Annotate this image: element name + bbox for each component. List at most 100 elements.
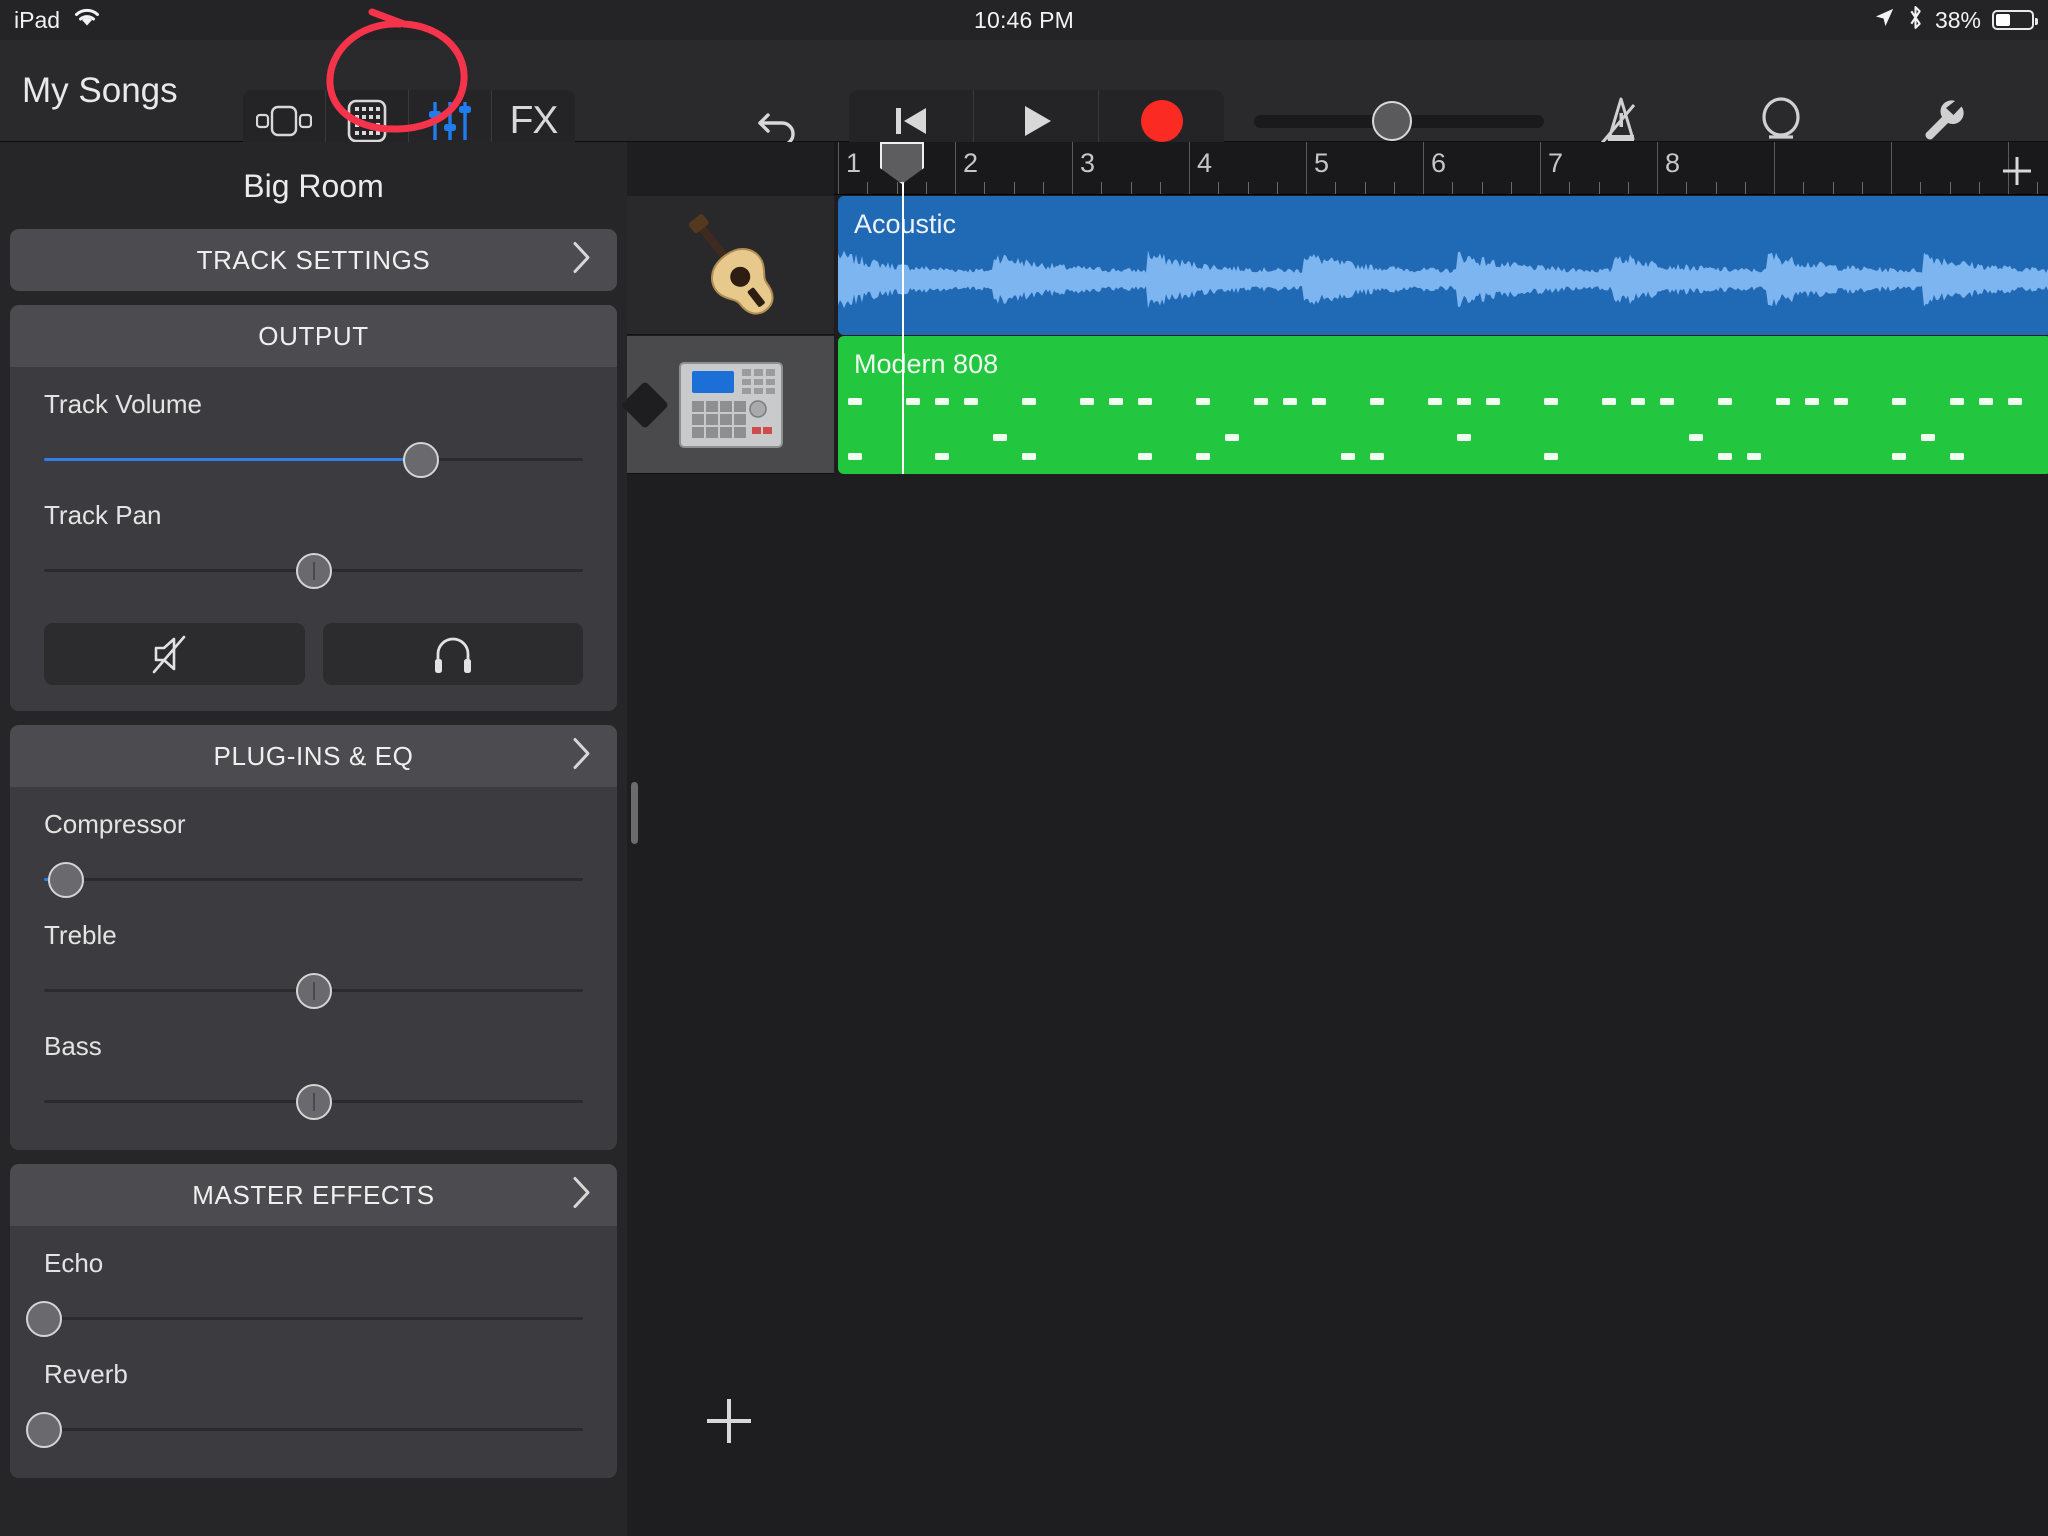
midi-note [1544, 453, 1558, 460]
midi-note [1805, 398, 1819, 405]
midi-note [1196, 453, 1210, 460]
midi-note [1602, 398, 1616, 405]
solo-button[interactable] [322, 623, 583, 685]
midi-note [848, 453, 862, 460]
panel-title: Big Room [243, 168, 384, 204]
compressor-slider[interactable] [44, 862, 583, 898]
clock: 10:46 PM [973, 6, 1075, 33]
midi-note [1718, 398, 1732, 405]
slider-knob[interactable] [26, 1412, 62, 1448]
track-headers [627, 142, 834, 1536]
bar-ruler[interactable]: 1 2 3 4 5 6 7 8 [834, 142, 2048, 195]
midi-notes [848, 398, 2022, 460]
ruler-subtick [1276, 182, 1278, 194]
midi-note [1486, 398, 1500, 405]
add-section-button[interactable] [2000, 154, 2034, 193]
drum-machine-icon [678, 361, 783, 448]
timeline-area: 1 2 3 4 5 6 7 8 Acoustic Modern 808 [627, 142, 2048, 1536]
ruler-subtick [1803, 182, 1805, 194]
track-mixer-panel: Big Room TRACK SETTINGS OUTPUT Track Vol… [0, 142, 627, 1536]
add-track-button[interactable] [703, 1395, 755, 1452]
slider-knob[interactable] [295, 973, 332, 1009]
midi-note [1022, 453, 1036, 460]
master-effects-body: Echo Reverb [10, 1226, 617, 1478]
midi-note [1022, 398, 1036, 405]
slider-knob[interactable] [47, 862, 84, 898]
battery-icon [1992, 10, 2038, 30]
vertical-scrollbar[interactable] [631, 782, 638, 844]
speaker-mute-icon [152, 635, 186, 674]
treble-control: Treble [44, 920, 583, 1009]
ruler-subtick [1949, 182, 1951, 194]
midi-note [2008, 398, 2022, 405]
master-effects-header[interactable]: MASTER EFFECTS [10, 1164, 617, 1226]
status-bar: iPad 10:46 PM 38% [0, 0, 2048, 40]
midi-note [1283, 398, 1297, 405]
track-pan-control: Track Pan [44, 500, 583, 589]
slider-knob[interactable] [403, 442, 440, 478]
midi-note [848, 398, 862, 405]
midi-note [1834, 398, 1848, 405]
slider-knob[interactable] [295, 553, 332, 589]
track-volume-slider[interactable] [44, 442, 583, 478]
region-acoustic[interactable]: Acoustic [838, 196, 2048, 335]
track-settings-header[interactable]: TRACK SETTINGS [10, 229, 617, 291]
main-toolbar: My Songs FX [0, 40, 2048, 152]
master-volume-slider[interactable] [1254, 101, 1544, 141]
track-settings-card: TRACK SETTINGS [10, 229, 617, 291]
my-songs-button[interactable]: My Songs [22, 71, 178, 111]
bar-number: 5 [1314, 148, 1330, 178]
midi-note [1428, 398, 1442, 405]
midi-note [935, 398, 949, 405]
headphones-icon [434, 637, 471, 673]
midi-note [1950, 453, 1964, 460]
ruler-subtick [1159, 182, 1161, 194]
bar-number: 1 [846, 148, 862, 178]
bar-number: 8 [1665, 148, 1681, 178]
midi-note [1892, 453, 1906, 460]
bass-slider[interactable] [44, 1084, 583, 1120]
track-header-acoustic[interactable] [627, 196, 834, 335]
ruler-subtick [1715, 182, 1717, 194]
bass-label: Bass [44, 1031, 102, 1061]
reverb-label: Reverb [44, 1359, 128, 1389]
midi-note [1950, 398, 1964, 405]
output-buttons [44, 623, 583, 685]
mute-button[interactable] [44, 623, 305, 685]
output-header: OUTPUT [10, 305, 617, 367]
bar-number: 3 [1080, 148, 1096, 178]
midi-note [1747, 453, 1761, 460]
ruler-subtick [1627, 182, 1629, 194]
region-modern-808[interactable]: Modern 808 [838, 336, 2048, 474]
midi-note [1979, 398, 1993, 405]
track-header-modern-808[interactable] [627, 336, 834, 474]
track-pan-label: Track Pan [44, 500, 162, 530]
slider-track [44, 1317, 583, 1320]
chevron-right-icon [571, 736, 593, 777]
location-arrow-icon [1873, 6, 1896, 35]
midi-note [1689, 434, 1703, 441]
treble-slider[interactable] [44, 973, 583, 1009]
echo-slider[interactable] [26, 1301, 583, 1337]
audio-waveform [838, 250, 2048, 309]
reverb-control: Reverb [26, 1359, 583, 1448]
ruler-subtick [1481, 182, 1483, 194]
slider-knob[interactable] [26, 1301, 62, 1337]
slider-knob[interactable] [295, 1084, 332, 1120]
slider-track [44, 878, 583, 881]
midi-note [1370, 453, 1384, 460]
master-volume-knob[interactable] [1372, 101, 1412, 141]
midi-note [1312, 398, 1326, 405]
playhead-line [902, 142, 904, 474]
ruler-subtick [1510, 182, 1512, 194]
plugins-eq-header[interactable]: PLUG-INS & EQ [10, 725, 617, 787]
midi-note [1370, 398, 1384, 405]
slider-track [44, 1428, 583, 1431]
reverb-slider[interactable] [26, 1412, 583, 1448]
ruler-subtick [984, 182, 986, 194]
track-pan-slider[interactable] [44, 553, 583, 589]
ruler-subtick [1130, 182, 1132, 194]
chevron-right-icon [571, 1175, 593, 1216]
bar-number: 7 [1548, 148, 1564, 178]
ruler-subtick [1832, 182, 1834, 194]
